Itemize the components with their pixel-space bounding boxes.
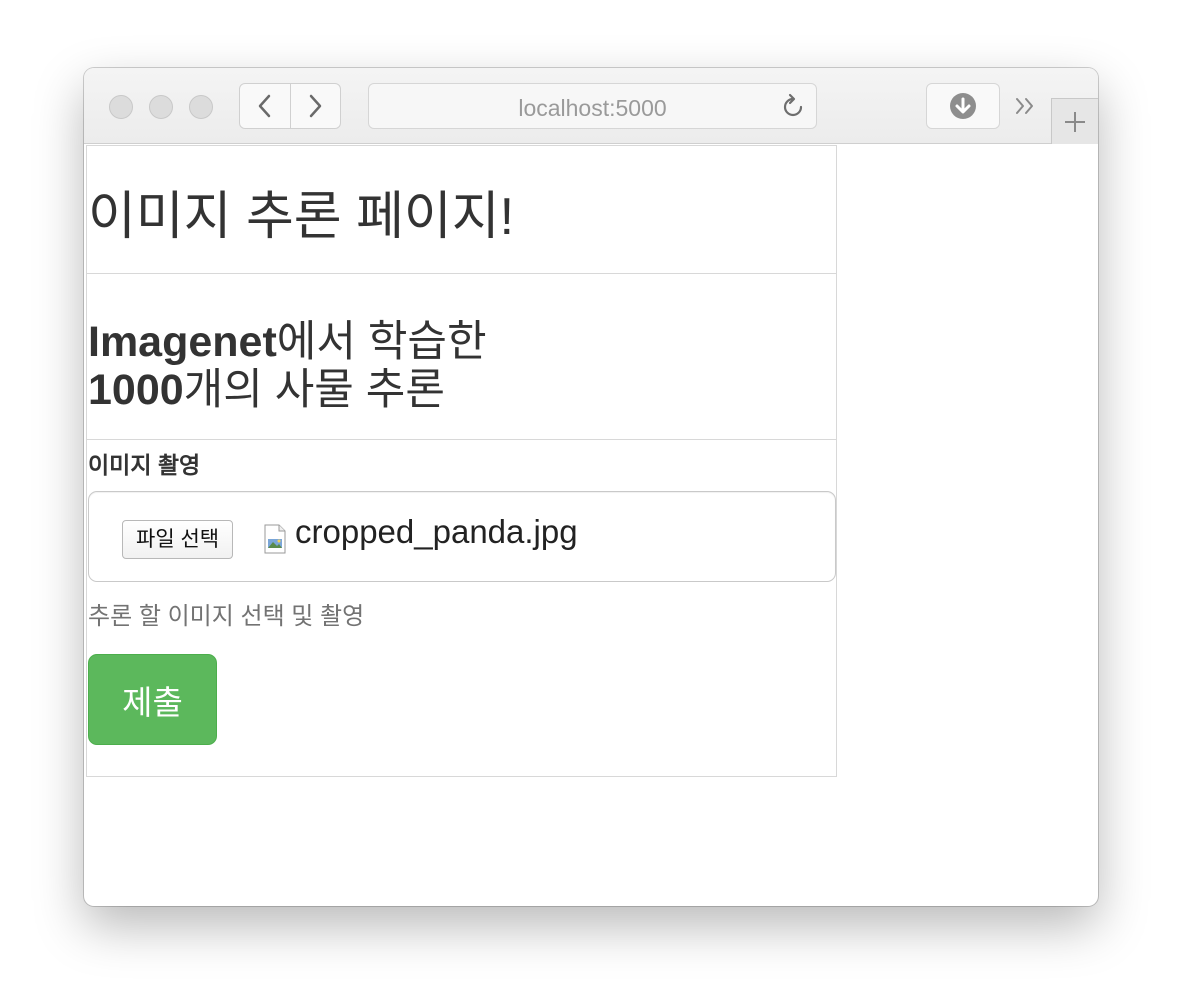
file-input[interactable]: 파일 선택 cropped_panda.jpg [88, 491, 836, 582]
double-chevron-right-icon [1016, 98, 1033, 114]
reload-icon [783, 93, 803, 117]
address-bar[interactable]: localhost:5000 [368, 83, 817, 129]
subtitle-text-1: 에서 학습한 [276, 318, 487, 366]
reload-button[interactable] [778, 92, 808, 122]
zoom-window-button[interactable] [189, 95, 213, 119]
subtitle-section: Imagenet에서 학습한 1000개의 사물 추론 [87, 274, 836, 440]
subtitle-bold-1: Imagenet [88, 318, 277, 366]
chevron-right-icon [310, 94, 322, 118]
nav-button-group [239, 83, 341, 129]
subtitle-bold-2: 1000 [88, 366, 184, 414]
downloads-button[interactable] [926, 83, 1000, 129]
title-section: 이미지 추론 페이지! [87, 146, 836, 274]
submit-button[interactable]: 제출 [88, 654, 217, 745]
subtitle-text-2: 개의 사물 추론 [183, 366, 445, 414]
minimize-window-button[interactable] [149, 95, 173, 119]
forward-button[interactable] [289, 84, 341, 128]
page-subtitle: Imagenet에서 학습한 1000개의 사물 추론 [88, 318, 688, 414]
upload-form: 이미지 촬영 파일 선택 cropped_panda.jpg 추론 할 이미지 … [87, 440, 836, 776]
browser-window: localhost:5000 이미지 추론 페이지! Imagenet에서 학습… [84, 68, 1098, 906]
more-toolbar-items-button[interactable] [1012, 92, 1040, 120]
image-capture-label: 이미지 촬영 [88, 452, 201, 478]
address-text: localhost:5000 [518, 95, 667, 121]
download-icon [950, 93, 976, 119]
browser-toolbar: localhost:5000 [84, 68, 1098, 144]
chevron-left-icon [258, 94, 270, 118]
back-button[interactable] [240, 84, 290, 128]
page-title: 이미지 추론 페이지! [88, 188, 515, 246]
choose-file-button[interactable]: 파일 선택 [122, 520, 234, 559]
main-panel: 이미지 추론 페이지! Imagenet에서 학습한 1000개의 사물 추론 이… [86, 145, 837, 777]
new-tab-button[interactable] [1051, 98, 1098, 144]
selected-file-name: cropped_panda.jpg [295, 513, 578, 550]
plus-icon [1065, 111, 1085, 132]
image-file-icon [264, 524, 286, 554]
page-content: 이미지 추론 페이지! Imagenet에서 학습한 1000개의 사물 추론 이… [86, 145, 837, 777]
close-window-button[interactable] [109, 95, 133, 119]
file-help-text: 추론 할 이미지 선택 및 촬영 [88, 603, 365, 630]
